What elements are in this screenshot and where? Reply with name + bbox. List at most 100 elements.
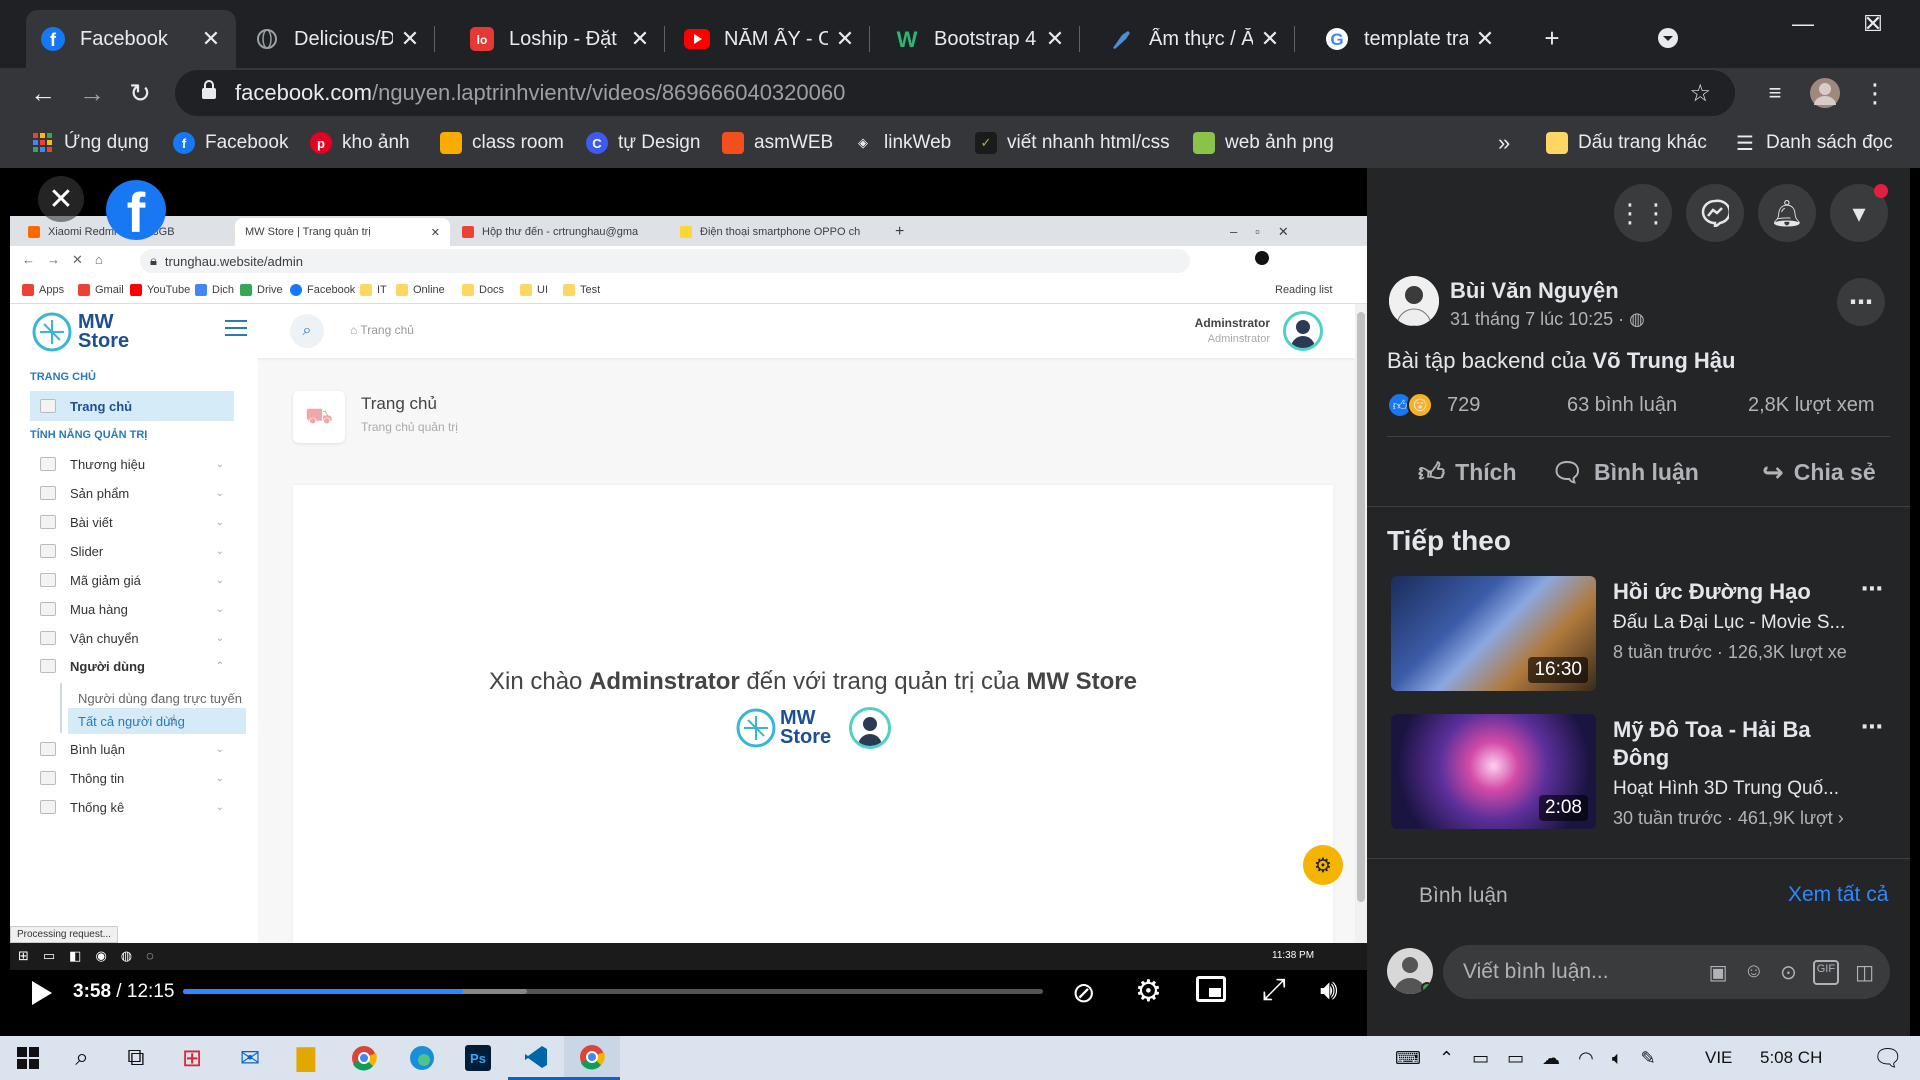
photoshop-icon[interactable]: Ps [450, 1036, 506, 1080]
gif-icon[interactable]: GIF [1812, 959, 1840, 985]
edge-icon[interactable] [394, 1036, 450, 1080]
logo-line2: Store [780, 726, 832, 748]
notifications-icon[interactable]: 🔔︎ [1758, 184, 1816, 242]
chrome-active-icon[interactable] [564, 1036, 620, 1080]
close-icon[interactable]: ✕ [1474, 26, 1496, 52]
sticker-icon[interactable]: ◫ [1855, 960, 1874, 985]
kebab-menu-icon[interactable]: ⋮ [1855, 73, 1895, 113]
back-icon[interactable]: ← [23, 73, 63, 113]
minimize-icon[interactable]: — [1768, 0, 1838, 48]
author-name[interactable]: Bùi Văn Nguyện [1450, 278, 1619, 304]
close-video-icon[interactable]: ✕ [38, 176, 84, 222]
bookmark-linkweb[interactable]: ◈ linkWeb [852, 118, 951, 168]
facebook-video-page: Xiaomi Redmi 10 6G 8GB MW Store | Trang … [10, 168, 1910, 1036]
bookmark-other[interactable]: Dấu trang khác [1546, 118, 1707, 168]
video-more-icon[interactable]: ⋯ [1861, 576, 1883, 602]
close-icon[interactable]: ✕ [1044, 26, 1066, 52]
media-control-icon[interactable]: ≡ [1755, 73, 1795, 113]
window-close-icon[interactable]: ✕ [1838, 0, 1908, 48]
reload-icon[interactable]: ↻ [120, 73, 160, 113]
onedrive-icon[interactable]: ☁ [1542, 1048, 1560, 1069]
close-icon[interactable]: ✕ [200, 26, 222, 52]
wifi-icon[interactable]: ◠ [1578, 1048, 1594, 1069]
facebook-logo-icon[interactable]: f [106, 180, 166, 240]
bookmark-class-room[interactable]: class room [440, 118, 564, 168]
video-thumbnail[interactable]: 2:08 [1391, 714, 1596, 829]
like-button[interactable]: 👍︎ Thích [1418, 450, 1517, 494]
bookmark-apps[interactable]: Ứng dụng [32, 118, 149, 168]
bookmark-asmweb[interactable]: asmWEB [722, 118, 833, 168]
bookmark-facebook[interactable]: f Facebook [173, 118, 288, 168]
close-icon[interactable]: ✕ [1259, 26, 1281, 52]
meet-now-icon[interactable]: ▭ [1472, 1048, 1489, 1069]
pen-icon[interactable]: ✎ [1641, 1048, 1656, 1069]
tab-title: Loship - Đặt đồ [509, 27, 623, 50]
volume-icon[interactable]: 🔈︎ [1612, 1048, 1623, 1069]
settings-icon[interactable]: ⚙ [1135, 974, 1162, 1009]
reactions[interactable]: 👍︎ 😮︎ 729 [1387, 392, 1480, 418]
comment-button[interactable]: 🗨︎ Bình luận [1551, 450, 1699, 494]
file-explorer-icon[interactable]: ▇ [278, 1036, 334, 1080]
pip-icon[interactable] [1196, 976, 1226, 1002]
video-player[interactable]: Xiaomi Redmi 10 6G 8GB MW Store | Trang … [10, 168, 1367, 1036]
post-more-icon[interactable]: ⋯ [1837, 278, 1885, 326]
bookmark-viet-nhanh[interactable]: ✓ viết nhanh html/css [975, 118, 1170, 168]
tab-delicious[interactable]: Delicious/Đồ ă ✕ [240, 10, 435, 68]
video-thumbnail[interactable]: 16:30 [1391, 576, 1596, 691]
seek-progress [183, 989, 463, 994]
tab-google-template[interactable]: G template trang ✕ [1310, 10, 1510, 68]
close-icon[interactable]: ✕ [629, 26, 651, 52]
play-icon[interactable] [26, 978, 56, 1008]
tab-am-thuc[interactable]: Ẩm thực / Ăn u ✕ [1095, 10, 1295, 68]
video-more-icon[interactable]: ⋯ [1861, 714, 1883, 740]
tab-youtube[interactable]: NĂM ẤY - OFF ✕ [670, 10, 870, 68]
taskbar-clock[interactable]: 5:08 CH [1760, 1048, 1822, 1068]
comments-count[interactable]: 63 bình luận [1567, 394, 1677, 417]
fullscreen-icon[interactable]: ⤢ [1262, 973, 1286, 1007]
volume-icon[interactable]: 🔊︎ [1320, 974, 1338, 1007]
url-field[interactable]: facebook.com/nguyen.laptrinhvientv/video… [175, 70, 1735, 116]
comment-input[interactable]: Viết bình luận... ▣ ☺ ⊙ GIF ◫ [1443, 945, 1890, 999]
mail-icon[interactable]: ✉ [222, 1036, 278, 1080]
search-icon[interactable]: ⌕ [54, 1036, 110, 1080]
up-next-video[interactable]: 2:08 Mỹ Đô Toa - Hải Ba Đông ⋯ Hoạt Hình… [1391, 714, 1891, 829]
tab-search-icon[interactable] [1648, 18, 1688, 58]
captions-icon[interactable]: ⊘ [1072, 976, 1095, 1009]
author-avatar[interactable] [1389, 276, 1439, 326]
close-icon[interactable]: ✕ [834, 26, 856, 52]
app-icon[interactable]: ⊞ [164, 1036, 220, 1080]
bookmark-web-anh-png[interactable]: web ảnh png [1193, 118, 1334, 168]
close-icon[interactable]: ✕ [399, 26, 421, 52]
battery-icon[interactable]: ▭ [1507, 1048, 1524, 1069]
profile-avatar[interactable] [1805, 73, 1845, 113]
task-view-icon[interactable]: ⧉ [108, 1036, 164, 1080]
share-button[interactable]: ↪ Chia sẻ [1762, 450, 1876, 494]
chrome-icon[interactable] [336, 1036, 392, 1080]
chevron-up-icon[interactable]: ⌃ [1439, 1048, 1454, 1069]
new-tab-icon[interactable]: + [1532, 18, 1572, 58]
lock-icon [201, 80, 217, 106]
forward-icon[interactable]: → [72, 73, 112, 113]
language-indicator[interactable]: VIE [1705, 1048, 1732, 1068]
emoji-icon[interactable]: ☺ [1744, 960, 1764, 985]
keyboard-icon[interactable]: ⌨ [1395, 1048, 1421, 1069]
avatar-sticker-icon[interactable]: ▣ [1709, 960, 1728, 985]
tab-loship[interactable]: lo Loship - Đặt đồ ✕ [455, 10, 665, 68]
seek-bar[interactable] [183, 989, 1043, 994]
up-next-video[interactable]: 16:30 Hồi ức Đường Hạo ⋯ Đấu La Đại Lục … [1391, 576, 1891, 691]
account-dropdown-icon[interactable]: ▾ [1830, 184, 1888, 242]
notification-center-icon[interactable]: 🗨︎ [1860, 1036, 1916, 1080]
bookmarks-overflow[interactable]: » [1498, 118, 1510, 168]
tab-bootstrap[interactable]: W Bootstrap 4 Na ✕ [880, 10, 1080, 68]
messenger-icon[interactable] [1686, 184, 1744, 242]
bookmark-tu-design[interactable]: Ctự Design [586, 118, 700, 168]
bookmark-star-icon[interactable]: ☆ [1689, 79, 1711, 108]
bookmark-kho-anh[interactable]: p kho ảnh [310, 118, 410, 168]
reading-list[interactable]: ☰ Danh sách đọc [1734, 118, 1893, 168]
menu-grid-icon[interactable]: ⋮⋮ [1614, 184, 1672, 242]
tab-facebook[interactable]: f Facebook ✕ [26, 10, 236, 68]
windows-start-icon[interactable] [0, 1036, 56, 1080]
camera-icon[interactable]: ⊙ [1780, 960, 1797, 985]
see-all-link[interactable]: Xem tất cả [1788, 883, 1888, 907]
vscode-icon[interactable] [508, 1036, 564, 1080]
